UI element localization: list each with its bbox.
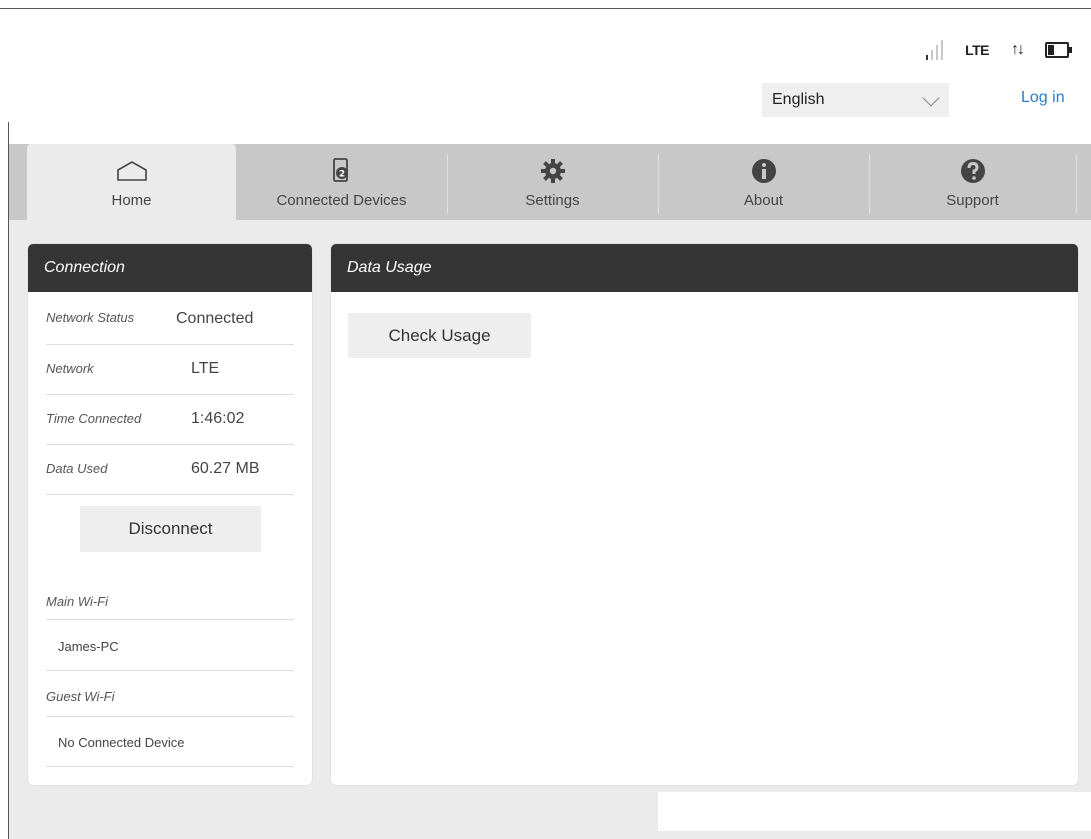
guest-wifi-device-name: No Connected Device (58, 735, 185, 750)
home-icon (116, 156, 148, 186)
row-label: Network Status (46, 310, 135, 325)
row-label: Data Used (46, 461, 108, 476)
tab-label: Support (946, 192, 999, 209)
tab-label: Home (111, 192, 152, 209)
check-usage-button[interactable]: Check Usage (348, 313, 531, 358)
main-wifi-device-name: James-PC (58, 639, 119, 654)
guest-wifi-device: No Connected Device (46, 717, 294, 767)
main-wifi-header: Main Wi-Fi (46, 574, 294, 620)
language-select[interactable]: English (762, 83, 949, 117)
data-activity-icon: ↑↓ (1011, 41, 1025, 58)
help-icon (960, 156, 986, 186)
language-select-value: English (772, 91, 825, 108)
tab-support[interactable]: Support (869, 144, 1076, 220)
battery-icon (1045, 42, 1072, 58)
connection-row-data-used: Data Used 60.27 MB (46, 445, 294, 495)
tab-home[interactable]: Home (27, 144, 236, 220)
row-label: Time Connected (46, 411, 142, 426)
connection-row-time-connected: Time Connected 1:46:02 (46, 395, 294, 445)
info-icon (751, 156, 777, 186)
guest-wifi-label: Guest Wi-Fi (46, 689, 115, 704)
tab-label: Settings (525, 192, 580, 209)
main-wifi-device: James-PC (46, 620, 294, 671)
connection-panel-title: Connection (28, 244, 312, 292)
guest-wifi-header: Guest Wi-Fi (46, 671, 294, 717)
tab-label: Connected Devices (276, 192, 407, 209)
status-bar: LTE ↑↓ (926, 40, 1072, 60)
connection-row-network: Network LTE (46, 345, 294, 395)
row-value: LTE (191, 360, 220, 377)
signal-strength-icon (926, 40, 944, 60)
row-value: Connected (176, 310, 254, 327)
tab-settings[interactable]: Settings (447, 144, 658, 220)
connection-row-network-status: Network Status Connected (46, 296, 294, 345)
connected-devices-icon: 2 (331, 156, 353, 186)
login-link[interactable]: Log in (1021, 89, 1065, 107)
tab-connected-devices[interactable]: 2 Connected Devices (236, 144, 447, 220)
connection-panel: Connection Network Status Connected Netw… (28, 244, 312, 785)
chevron-down-icon (922, 89, 940, 107)
svg-text:2: 2 (338, 170, 344, 180)
top-divider (0, 8, 1091, 9)
disconnect-button[interactable]: Disconnect (80, 506, 261, 552)
main-wifi-label: Main Wi-Fi (46, 594, 108, 609)
network-type-indicator: LTE (965, 42, 989, 58)
tab-about[interactable]: About (658, 144, 869, 220)
gear-icon (540, 156, 566, 186)
tab-label: About (743, 192, 784, 209)
row-value: 60.27 MB (191, 460, 260, 477)
footer-area (658, 792, 1091, 831)
data-usage-panel-title: Data Usage (331, 244, 1078, 292)
data-usage-panel: Data Usage Check Usage (331, 244, 1078, 785)
row-label: Network (46, 361, 94, 376)
row-value: 1:46:02 (191, 410, 245, 427)
tab-divider (1076, 154, 1077, 214)
